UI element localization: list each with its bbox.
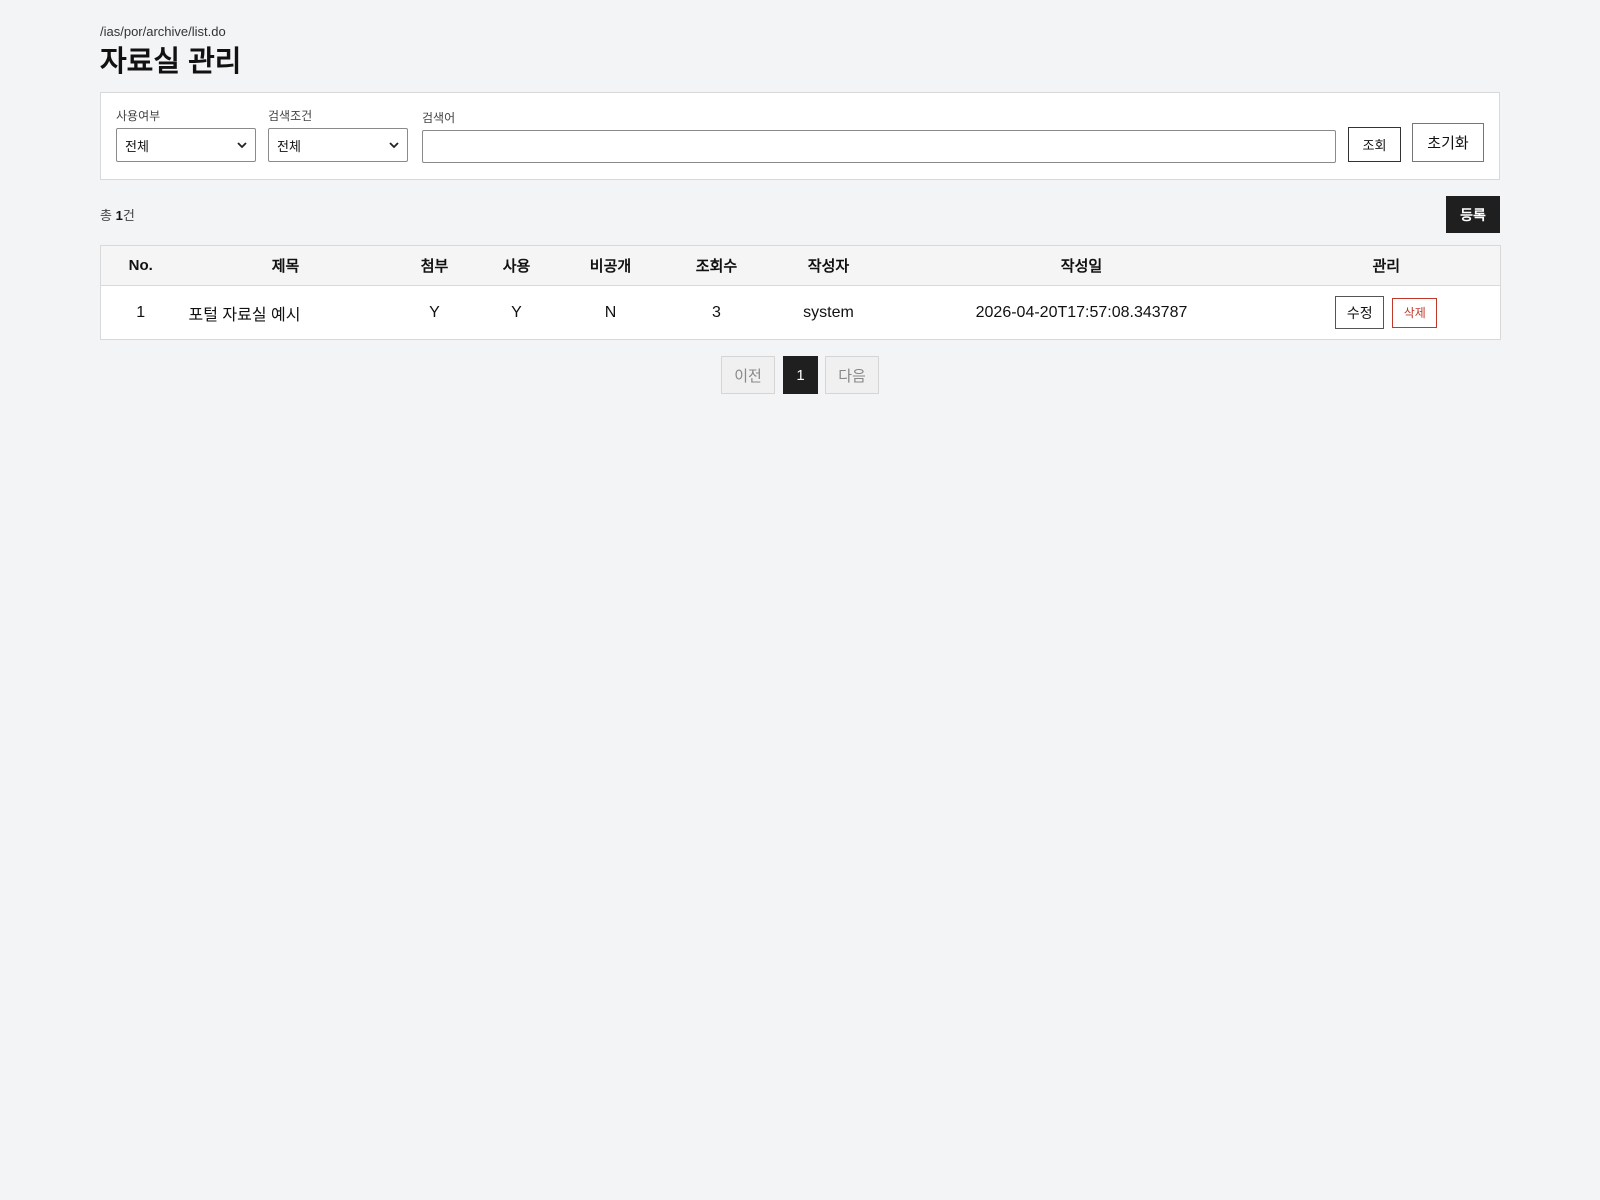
col-use: 사용 [478,245,555,286]
col-views: 조회수 [666,245,767,286]
register-button[interactable]: 등록 [1446,196,1500,233]
search-panel: 사용여부 전체 검색조건 전체 검색어 조회 초기화 [100,92,1500,180]
total-number: 1 [115,208,123,223]
cell-author: system [803,303,854,321]
reset-button[interactable]: 초기화 [1412,123,1484,162]
cell-no: 1 [136,303,146,321]
col-author: 작성자 [766,245,891,286]
table-row: 1 포털 자료실 예시 Y Y N 3 system 2026-04-20T17… [101,286,1501,340]
col-created: 작성일 [890,245,1273,286]
cell-attach: Y [429,303,440,321]
col-attach: 첨부 [390,245,479,286]
chevron-down-icon [389,138,399,152]
cell-manage: 수정 삭제 [1273,286,1501,340]
col-manage: 관리 [1272,245,1501,286]
col-private: 비공개 [554,245,667,286]
use-filter-value: 전체 [125,138,149,154]
search-condition-label: 검색조건 [268,109,313,123]
total-prefix: 총 [100,208,116,223]
use-filter-label: 사용여부 [116,109,161,123]
next-page-button[interactable]: 다음 [825,356,879,394]
pagination: 이전 1 다음 [100,356,1500,394]
delete-button[interactable]: 삭제 [1392,297,1438,328]
search-condition-value: 전체 [277,138,301,154]
archive-table: No. 제목 첨부 사용 비공개 조회수 작성자 작성일 관리 1 포털 자료실… [100,245,1501,340]
table-header-row: No. 제목 첨부 사용 비공개 조회수 작성자 작성일 관리 [100,245,1501,286]
total-count: 총 1건 [100,205,135,224]
search-button[interactable]: 조회 [1348,127,1401,162]
page-title: 자료실 관리 [100,46,242,78]
cell-created: 2026-04-20T17:57:08.343787 [975,303,1188,321]
keyword-input[interactable] [422,130,1336,163]
use-filter-select[interactable]: 전체 [116,128,256,162]
col-title: 제목 [180,245,391,286]
cell-use: Y [511,303,522,321]
page-path: /ias/por/archive/list.do [100,24,226,39]
total-suffix: 건 [122,208,135,223]
prev-page-button[interactable]: 이전 [721,356,775,394]
cell-views: 3 [712,303,721,321]
page-number-current[interactable]: 1 [783,356,818,394]
keyword-label: 검색어 [422,111,456,125]
cell-private: N [604,303,617,321]
cell-title[interactable]: 포털 자료실 예시 [181,286,391,340]
chevron-down-icon [237,138,247,152]
search-condition-select[interactable]: 전체 [268,128,408,162]
edit-button[interactable]: 수정 [1335,296,1385,329]
col-no: No. [100,245,181,286]
